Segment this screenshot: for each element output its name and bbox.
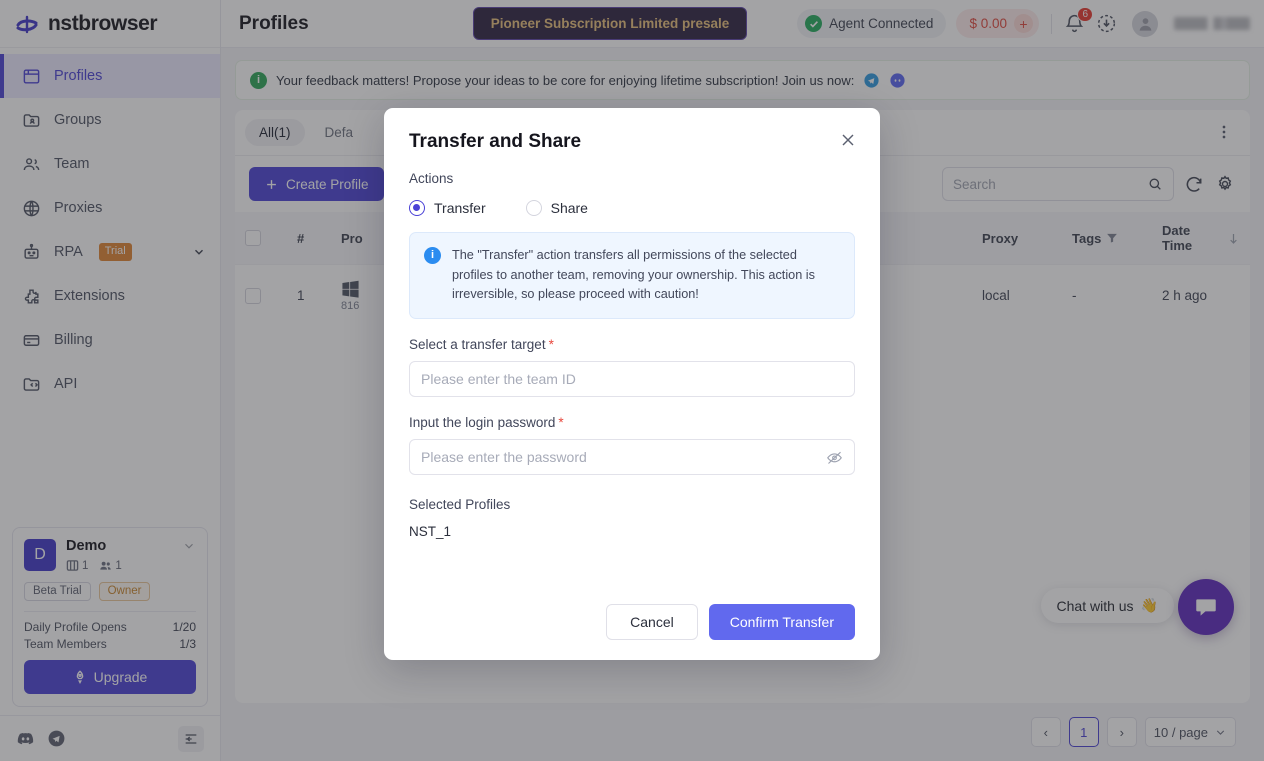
required-marker: *: [548, 337, 554, 353]
radio-share-label: Share: [550, 200, 588, 216]
actions-label: Actions: [409, 171, 454, 186]
login-password-field[interactable]: [409, 439, 855, 476]
radio-transfer-label: Transfer: [434, 200, 486, 216]
modal-title: Transfer and Share: [409, 131, 582, 152]
transfer-target-label: Select a transfer target *: [409, 337, 855, 352]
radio-transfer[interactable]: Transfer: [409, 200, 486, 216]
transfer-target-label-text: Select a transfer target: [409, 337, 546, 353]
transfer-notice-text: The "Transfer" action transfers all perm…: [452, 248, 815, 302]
close-icon[interactable]: [838, 130, 860, 152]
modal-footer: Cancel Confirm Transfer: [409, 604, 855, 640]
confirm-transfer-button[interactable]: Confirm Transfer: [708, 604, 855, 640]
app-root: nstbrowser Profiles Groups Team Proxies …: [0, 0, 1264, 761]
selected-profiles-label: Selected Profiles: [409, 497, 511, 513]
required-marker: *: [558, 415, 564, 431]
login-password-label: Input the login password *: [409, 415, 855, 430]
selected-profile-item: NST_1: [409, 524, 452, 540]
info-icon: i: [424, 247, 441, 264]
eye-off-icon[interactable]: [826, 449, 843, 466]
login-password-label-text: Input the login password: [409, 415, 556, 431]
transfer-notice: i The "Transfer" action transfers all pe…: [409, 232, 855, 320]
action-radio-group: Transfer Share: [409, 200, 855, 216]
team-id-input[interactable]: [421, 371, 843, 388]
transfer-and-share-modal: Transfer and Share Actions Transfer Shar…: [384, 108, 880, 660]
radio-transfer-circle[interactable]: [409, 200, 425, 216]
cancel-button[interactable]: Cancel: [606, 604, 698, 640]
password-input[interactable]: [421, 449, 818, 466]
transfer-target-field[interactable]: [409, 361, 855, 398]
radio-share-circle[interactable]: [525, 200, 542, 216]
radio-share[interactable]: Share: [525, 200, 588, 216]
